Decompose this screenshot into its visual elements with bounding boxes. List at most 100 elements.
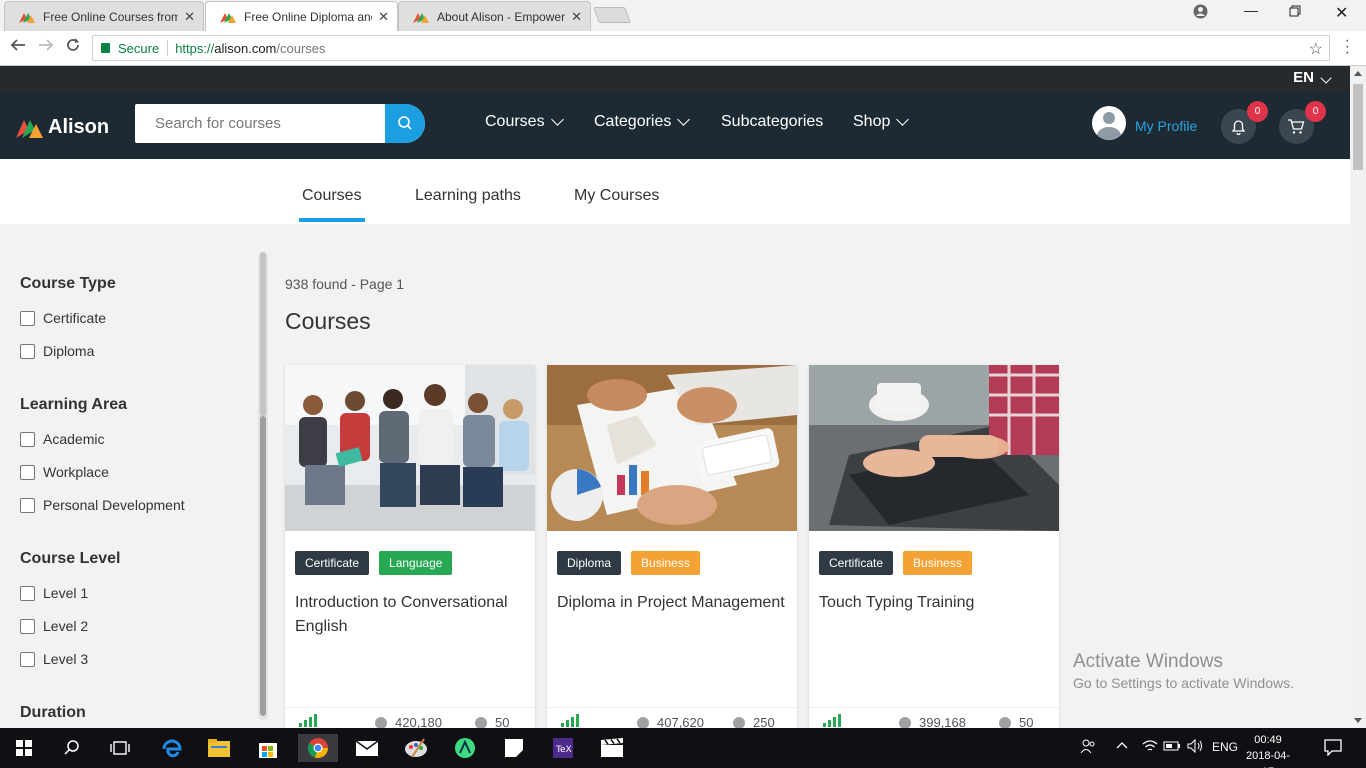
filter-option-level-3[interactable]: Level 3 <box>20 651 88 667</box>
filter-option-workplace[interactable]: Workplace <box>20 464 109 480</box>
course-card[interactable]: Diploma Business Diploma in Project Mana… <box>547 365 797 728</box>
texmaker-icon[interactable]: TeX <box>545 734 581 762</box>
chrome-icon[interactable] <box>298 734 338 762</box>
cart-badge: 0 <box>1305 101 1326 122</box>
tab-my-courses[interactable]: My Courses <box>574 187 659 205</box>
account-icon[interactable] <box>1193 4 1208 22</box>
browser-tab-2[interactable]: Free Online Diploma and ✕ <box>205 1 398 31</box>
tab-close-icon[interactable]: ✕ <box>184 9 195 25</box>
checkbox[interactable] <box>20 585 35 601</box>
checkbox[interactable] <box>20 618 35 634</box>
reload-icon[interactable] <box>65 37 81 58</box>
filter-option-level-1[interactable]: Level 1 <box>20 585 88 601</box>
secure-label: Secure <box>118 40 160 56</box>
nav-label: Courses <box>485 113 545 130</box>
checkbox[interactable] <box>20 431 35 447</box>
course-category-badge[interactable]: Business <box>903 551 972 575</box>
chevron-down-icon <box>550 113 564 126</box>
scrollbar-thumb[interactable] <box>260 416 266 716</box>
course-title[interactable]: Introduction to Conversational English <box>295 591 527 639</box>
store-icon[interactable] <box>250 734 286 762</box>
address-bar[interactable]: Secure https:// alison.com /courses ☆ <box>92 35 1330 61</box>
course-type-badge[interactable]: Certificate <box>819 551 894 575</box>
checkbox[interactable] <box>20 343 35 359</box>
back-arrow-icon[interactable] <box>10 37 26 58</box>
close-window-icon[interactable]: ✕ <box>1335 3 1348 23</box>
cart-button[interactable]: 0 <box>1279 101 1326 144</box>
edge-browser-icon[interactable] <box>154 734 190 762</box>
course-image <box>285 365 535 531</box>
checkbox[interactable] <box>20 310 35 326</box>
nav-subcategories[interactable]: Subcategories <box>721 113 823 131</box>
alison-favicon-icon <box>19 11 35 23</box>
filter-option-level-2[interactable]: Level 2 <box>20 618 88 634</box>
tab-title: About Alison - Empower <box>437 9 566 24</box>
filter-option-diploma[interactable]: Diploma <box>20 343 94 359</box>
my-profile-link[interactable]: My Profile <box>1092 106 1197 140</box>
android-studio-icon[interactable] <box>447 734 483 762</box>
browser-tab-1[interactable]: Free Online Courses from ✕ <box>4 1 204 31</box>
input-language[interactable]: ENG <box>1212 740 1238 754</box>
tab-close-icon[interactable]: ✕ <box>378 9 389 25</box>
search-button[interactable] <box>385 104 425 143</box>
checkbox[interactable] <box>20 497 35 513</box>
system-clock[interactable]: 00:49 2018-04-17 <box>1240 732 1296 768</box>
nav-label: Categories <box>594 113 672 130</box>
sticky-notes-icon[interactable] <box>496 734 532 762</box>
people-icon[interactable] <box>1080 738 1096 757</box>
course-card[interactable]: Certificate Business Touch Typing Traini… <box>809 365 1059 728</box>
scrollbar-thumb[interactable] <box>1353 84 1363 170</box>
scroll-down-arrow-icon[interactable] <box>1354 718 1362 723</box>
chevron-up-icon[interactable] <box>1115 738 1129 755</box>
course-type-badge[interactable]: Certificate <box>295 551 370 575</box>
course-title[interactable]: Diploma in Project Management <box>557 591 789 615</box>
search-input[interactable] <box>135 104 385 143</box>
course-type-badge[interactable]: Diploma <box>557 551 622 575</box>
paint-icon[interactable] <box>398 734 434 762</box>
bookmark-star-icon[interactable]: ☆ <box>1309 39 1323 59</box>
scroll-up-arrow-icon[interactable] <box>1354 71 1362 76</box>
restore-icon[interactable] <box>1289 4 1301 20</box>
browser-menu-icon[interactable]: · · · <box>1345 33 1350 61</box>
filter-option-academic[interactable]: Academic <box>20 431 104 447</box>
file-explorer-icon[interactable] <box>201 734 237 762</box>
checkbox[interactable] <box>20 464 35 480</box>
course-title[interactable]: Touch Typing Training <box>819 591 1051 615</box>
nav-categories[interactable]: Categories <box>594 113 691 131</box>
filter-option-personal-development[interactable]: Personal Development <box>20 497 185 513</box>
volume-icon[interactable] <box>1186 738 1204 757</box>
new-tab-button[interactable] <box>593 7 631 23</box>
course-category-badge[interactable]: Business <box>631 551 700 575</box>
notifications-button[interactable]: 0 <box>1221 101 1268 144</box>
search-icon[interactable] <box>54 734 90 762</box>
windows-start-icon[interactable] <box>6 734 42 762</box>
forward-arrow-icon[interactable] <box>38 37 54 58</box>
course-category-badge[interactable]: Language <box>379 551 453 575</box>
windows-taskbar: TeX ENG 00:49 2018-04-17 <box>0 728 1366 768</box>
action-center-icon[interactable] <box>1324 738 1342 759</box>
notifications-badge: 0 <box>1247 101 1268 122</box>
browser-tab-strip: Free Online Courses from ✕ Free Online D… <box>0 0 1366 31</box>
minimize-icon[interactable]: — <box>1244 2 1258 18</box>
nav-courses[interactable]: Courses <box>485 113 564 131</box>
filter-option-certificate[interactable]: Certificate <box>20 310 106 326</box>
page-scrollbar[interactable] <box>1350 66 1366 728</box>
mail-icon[interactable] <box>349 734 385 762</box>
logo-text: Alison <box>48 116 110 138</box>
battery-icon[interactable] <box>1163 738 1181 757</box>
tab-courses[interactable]: Courses <box>299 187 365 222</box>
wifi-icon[interactable] <box>1141 738 1159 757</box>
course-subtabs: Courses Learning paths My Courses <box>0 159 1350 224</box>
tab-close-icon[interactable]: ✕ <box>571 9 582 25</box>
task-view-icon[interactable] <box>102 734 138 762</box>
sidebar-scrollbar[interactable] <box>258 252 268 720</box>
browser-tab-3[interactable]: About Alison - Empower ✕ <box>398 1 591 31</box>
nav-shop[interactable]: Shop <box>853 113 910 131</box>
language-selector[interactable]: EN <box>1293 69 1332 86</box>
checkbox[interactable] <box>20 651 35 667</box>
course-card[interactable]: Certificate Language Introduction to Con… <box>285 365 535 728</box>
tab-learning-paths[interactable]: Learning paths <box>415 187 521 205</box>
alison-logo[interactable]: Alison <box>16 116 109 139</box>
option-label: Workplace <box>43 464 109 480</box>
video-editor-icon[interactable] <box>594 734 630 762</box>
